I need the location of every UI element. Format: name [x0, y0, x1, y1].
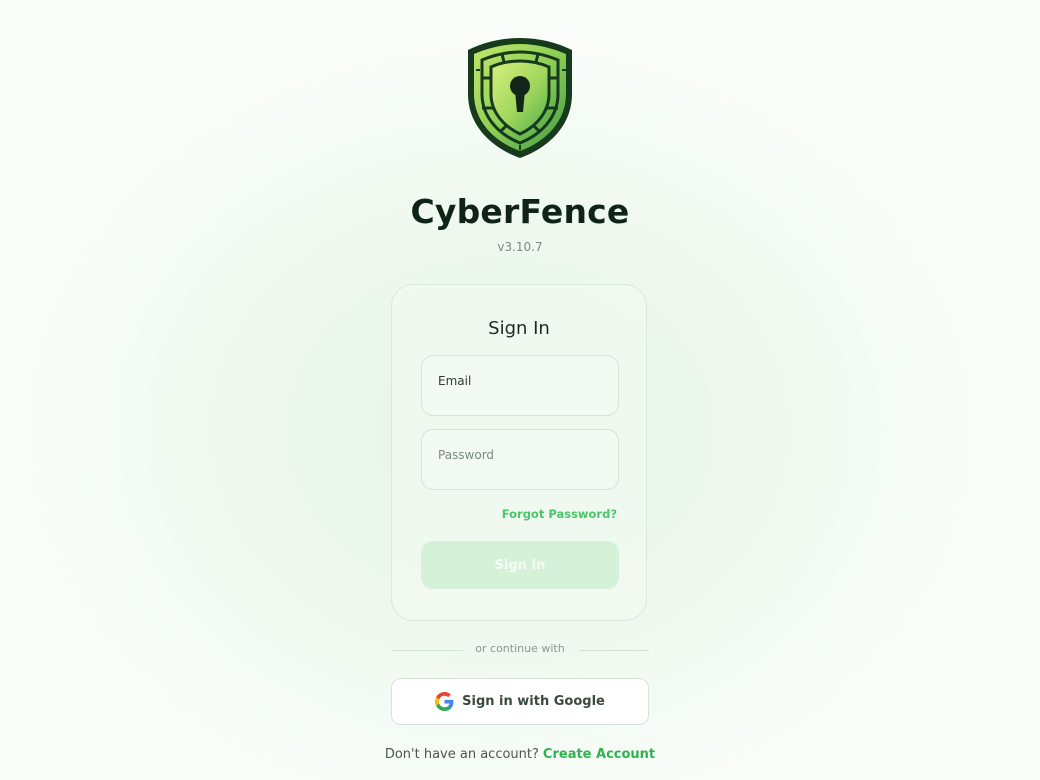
email-input[interactable]: [422, 356, 618, 415]
divider: or continue with: [391, 642, 649, 658]
google-g-icon: [435, 692, 454, 711]
signup-row: Don't have an account? Create Account: [0, 747, 1040, 762]
create-account-link[interactable]: Create Account: [543, 747, 655, 762]
google-sign-in-button[interactable]: Sign in with Google: [391, 678, 649, 725]
forgot-password-link[interactable]: Forgot Password?: [502, 507, 617, 521]
sign-in-title: Sign In: [488, 318, 550, 339]
shield-keyhole-icon: [468, 38, 572, 158]
password-field[interactable]: [421, 429, 619, 490]
email-field[interactable]: [421, 355, 619, 416]
divider-text: or continue with: [475, 642, 565, 655]
sign-in-button[interactable]: Sign In: [421, 541, 619, 589]
signup-prompt: Don't have an account?: [384, 747, 539, 762]
password-input[interactable]: [422, 430, 618, 489]
google-button-label: Sign in with Google: [462, 694, 605, 709]
divider-line-right: [579, 650, 649, 651]
app-version: v3.10.7: [497, 240, 543, 254]
app-title: CyberFence: [410, 192, 630, 231]
sign-in-card: Sign In Forgot Password? Sign In: [391, 284, 647, 621]
